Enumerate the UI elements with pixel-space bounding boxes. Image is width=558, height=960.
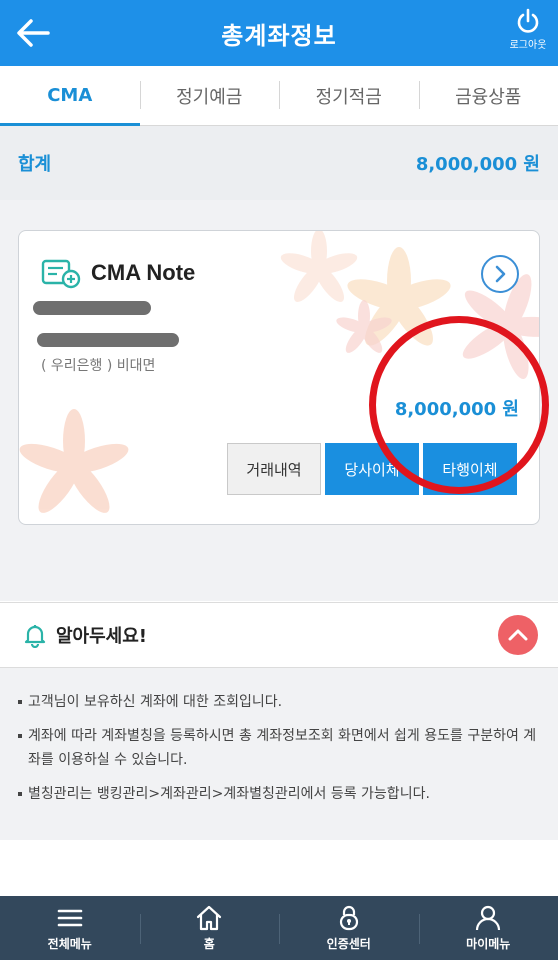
- lock-icon: [339, 905, 358, 931]
- logout-label: 로그아웃: [509, 40, 547, 51]
- account-actions: 거래내역 당사이체 타행이체: [227, 443, 517, 495]
- tab-financial-products[interactable]: 금융상품: [418, 66, 558, 125]
- bank-info: ( 우리은행 ) 비대면: [41, 358, 156, 374]
- nav-home[interactable]: 홈: [139, 896, 280, 960]
- redacted-account-number: [33, 301, 151, 315]
- nav-label: 인증센터: [326, 937, 371, 951]
- account-name-row: CMA Note: [41, 257, 195, 289]
- user-icon: [476, 905, 501, 931]
- collapse-notice-button[interactable]: [498, 615, 538, 655]
- chevron-right-icon: [495, 265, 506, 283]
- app-header: 총계좌정보 로그아웃: [0, 0, 558, 66]
- account-card-icon: [41, 259, 81, 289]
- notice-body: 고객님이 보유하신 계좌에 대한 조회입니다. 계좌에 따라 계좌별칭을 등록하…: [0, 668, 558, 840]
- account-name: CMA Note: [91, 260, 196, 285]
- account-card[interactable]: CMA Note ( 우리은행 ) 비대면 8,000,000 원 거래내역 당…: [18, 230, 540, 525]
- nav-label: 마이메뉴: [466, 937, 511, 951]
- external-transfer-button[interactable]: 타행이체: [423, 443, 517, 495]
- total-value: 8,000,000 원: [415, 154, 540, 175]
- nav-auth-center[interactable]: 인증센터: [279, 896, 419, 960]
- tab-fixed-deposit[interactable]: 정기예금: [139, 66, 280, 125]
- tab-cma[interactable]: CMA: [0, 66, 140, 126]
- chevron-up-icon: [508, 629, 528, 641]
- page-title: 총계좌정보: [221, 21, 337, 50]
- product-tabs: CMA 정기예금 정기적금 금융상품: [0, 66, 558, 126]
- tab-installment-savings[interactable]: 정기적금: [279, 66, 419, 125]
- bottom-navigation: 전체메뉴 홈 인증센터 마이메뉴: [0, 896, 558, 960]
- home-icon: [197, 905, 222, 931]
- logout-button[interactable]: 로그아웃: [506, 8, 550, 58]
- nav-my-menu[interactable]: 마이메뉴: [418, 896, 558, 960]
- nav-all-menu[interactable]: 전체메뉴: [0, 896, 140, 960]
- notice-item: 별칭관리는 뱅킹관리>계좌관리>계좌별칭관리에서 등록 가능합니다.: [18, 782, 540, 806]
- bell-icon: [24, 625, 46, 648]
- account-balance: 8,000,000 원: [394, 399, 519, 420]
- flower-decoration-icon: [19, 409, 129, 513]
- transaction-history-button[interactable]: 거래내역: [227, 443, 321, 495]
- notice-item: 고객님이 보유하신 계좌에 대한 조회입니다.: [18, 690, 540, 714]
- account-detail-button[interactable]: [481, 255, 519, 293]
- nav-label: 홈: [203, 937, 215, 951]
- notice-title: 알아두세요!: [56, 626, 148, 647]
- menu-icon: [57, 909, 83, 927]
- redacted-account-info: [37, 333, 179, 347]
- nav-label: 전체메뉴: [47, 937, 92, 951]
- power-icon: [517, 8, 539, 33]
- total-label: 합계: [18, 154, 52, 175]
- notice-header: 알아두세요!: [0, 602, 558, 668]
- back-button[interactable]: [14, 13, 54, 53]
- notice-item: 계좌에 따라 계좌별칭을 등록하시면 총 계좌정보조회 화면에서 쉽게 용도를 …: [18, 724, 540, 772]
- total-summary: 합계 8,000,000 원: [0, 126, 558, 200]
- internal-transfer-button[interactable]: 당사이체: [325, 443, 419, 495]
- back-arrow-icon: [17, 19, 50, 47]
